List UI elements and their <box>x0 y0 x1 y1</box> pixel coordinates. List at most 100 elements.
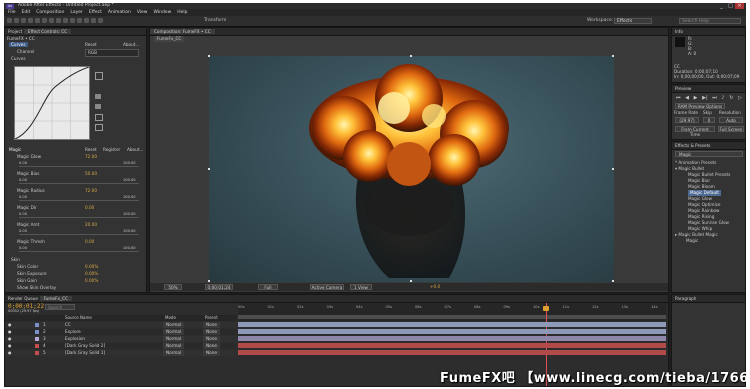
param-slider[interactable] <box>19 166 139 167</box>
param-value[interactable]: 50.00 <box>85 171 97 177</box>
magic-reset-link[interactable]: Reset <box>85 147 97 153</box>
layer-parent-select[interactable]: None <box>203 322 220 328</box>
layer-name[interactable]: [Dark Gray Solid 2] <box>65 343 105 349</box>
mask-tool-icon[interactable] <box>49 18 54 23</box>
tab-timeline-comp[interactable]: FumeFx_CC <box>39 296 72 301</box>
visibility-eye-icon[interactable]: ● <box>8 343 12 349</box>
col-parent[interactable]: Parent <box>205 315 218 321</box>
col-source-name[interactable]: Source Name <box>65 315 92 321</box>
param-slider[interactable] <box>19 217 139 218</box>
audio-icon[interactable]: ♪ <box>721 95 724 101</box>
pen-tool-icon[interactable] <box>56 18 61 23</box>
selection-tool-icon[interactable] <box>7 18 12 23</box>
param-slider[interactable] <box>19 183 139 184</box>
label-color-swatch[interactable] <box>35 351 39 355</box>
layer-mode-select[interactable]: Normal <box>163 329 185 335</box>
effects-search-input[interactable]: Magic <box>675 151 743 157</box>
frame-rate-select[interactable]: (29.97) <box>675 117 699 123</box>
tab-effect-controls[interactable]: Effect Controls: CC <box>23 29 72 34</box>
param-slider[interactable] <box>19 200 139 201</box>
layer-duration-bar[interactable] <box>238 350 666 355</box>
loop-icon[interactable]: ↻ <box>729 95 733 101</box>
zoom-tool-icon[interactable] <box>21 18 26 23</box>
layer-name[interactable]: Explosion <box>65 336 85 342</box>
menu-layer[interactable]: Layer <box>70 9 83 16</box>
label-color-swatch[interactable] <box>35 344 39 348</box>
channel-select[interactable]: RGB <box>85 49 139 57</box>
current-time-display[interactable]: 0;00;01;24 <box>205 284 233 290</box>
transform-handle-bl[interactable] <box>208 280 210 282</box>
hand-tool-icon[interactable] <box>14 18 19 23</box>
visibility-eye-icon[interactable]: ● <box>8 322 12 328</box>
reset-curve-icon[interactable] <box>95 124 103 131</box>
param-value[interactable]: 0.00 <box>85 239 94 245</box>
effects-tree-item[interactable]: Magic <box>686 238 698 244</box>
layer-mode-select[interactable]: Normal <box>163 350 185 356</box>
menu-effect[interactable]: Effect <box>89 9 102 16</box>
prev-frame-icon[interactable]: ◀ <box>685 95 689 101</box>
play-icon[interactable]: ▶ <box>694 95 698 101</box>
label-color-swatch[interactable] <box>35 323 39 327</box>
search-help-input[interactable]: Search Help <box>679 18 741 24</box>
last-frame-icon[interactable]: ⏭ <box>712 95 717 101</box>
curve-tool-icon[interactable] <box>95 72 103 80</box>
layer-parent-select[interactable]: None <box>203 329 220 335</box>
layer-row[interactable]: ● 4 [Dark Gray Solid 2] Normal None <box>5 343 237 349</box>
tab-composition[interactable]: Composition: FumeFX • CC <box>150 29 215 34</box>
param-value[interactable]: 72.00 <box>85 154 97 160</box>
magic-effect-header[interactable]: Magic <box>9 147 21 153</box>
transform-handle-bc[interactable] <box>410 280 412 282</box>
layer-row[interactable]: ● 2 Explore Normal None <box>5 329 237 335</box>
roto-brush-tool-icon[interactable] <box>91 18 96 23</box>
transform-handle-mr[interactable] <box>612 168 614 170</box>
timeline-search-input[interactable]: Search <box>45 304 75 310</box>
view-layout-select[interactable]: 1 View <box>350 284 372 290</box>
layer-name[interactable]: Explore <box>65 329 81 335</box>
menu-edit[interactable]: Edit <box>22 9 31 16</box>
transform-handle-tr[interactable] <box>612 55 614 57</box>
layer-row[interactable]: ● 1 CC Normal None <box>5 322 237 328</box>
tab-paragraph[interactable]: Paragraph <box>672 296 696 301</box>
save-curve-icon[interactable] <box>95 104 101 109</box>
menu-view[interactable]: View <box>137 9 148 16</box>
menu-composition[interactable]: Composition <box>36 9 64 16</box>
workspace-select[interactable]: Effects <box>614 18 652 24</box>
eraser-tool-icon[interactable] <box>84 18 89 23</box>
layer-duration-bar[interactable] <box>238 322 666 327</box>
layer-parent-select[interactable]: None <box>203 336 220 342</box>
transform-handle-br[interactable] <box>612 280 614 282</box>
param-slider[interactable] <box>19 234 139 235</box>
ram-preview-options-select[interactable]: RAM Preview Options <box>675 103 725 109</box>
layer-mode-select[interactable]: Normal <box>163 336 185 342</box>
zoom-select[interactable]: 50% <box>164 284 182 290</box>
pan-behind-tool-icon[interactable] <box>42 18 47 23</box>
type-tool-icon[interactable] <box>63 18 68 23</box>
layer-row[interactable]: ● 3 Explosion Normal None <box>5 336 237 342</box>
full-screen-checkbox[interactable]: Full Screen <box>718 126 744 132</box>
tab-preview[interactable]: Preview <box>672 86 691 91</box>
visibility-eye-icon[interactable]: ● <box>8 336 12 342</box>
magic-register-link[interactable]: Register <box>103 147 120 153</box>
layer-name[interactable]: [Dark Gray Solid 1] <box>65 350 105 356</box>
rotate-tool-icon[interactable] <box>28 18 33 23</box>
transform-handle-tc[interactable] <box>410 55 412 57</box>
layer-mode-select[interactable]: Normal <box>163 343 185 349</box>
camera-tool-icon[interactable] <box>35 18 40 23</box>
open-curve-icon[interactable] <box>95 94 101 99</box>
skin-exposure-value[interactable]: 0.00% <box>85 271 98 277</box>
curves-graph[interactable] <box>14 66 90 140</box>
skin-color-value[interactable]: 0.00% <box>85 264 98 270</box>
show-skin-overlay-checkbox[interactable]: Show Skin Overlay <box>17 285 56 291</box>
tab-effects-presets[interactable]: Effects & Presets <box>672 143 710 148</box>
label-color-swatch[interactable] <box>35 337 39 341</box>
tab-render-queue[interactable]: Render Queue <box>5 296 38 301</box>
next-frame-icon[interactable]: ▶| <box>702 95 708 101</box>
layer-row[interactable]: ● 5 [Dark Gray Solid 1] Normal None <box>5 350 237 356</box>
layer-duration-bar[interactable] <box>238 329 666 334</box>
clone-stamp-tool-icon[interactable] <box>77 18 82 23</box>
curves-about-link[interactable]: About... <box>123 42 139 48</box>
layer-parent-select[interactable]: None <box>203 350 220 356</box>
param-value[interactable]: 20.00 <box>85 222 97 228</box>
transform-handle-tl[interactable] <box>208 55 210 57</box>
brush-tool-icon[interactable] <box>70 18 75 23</box>
